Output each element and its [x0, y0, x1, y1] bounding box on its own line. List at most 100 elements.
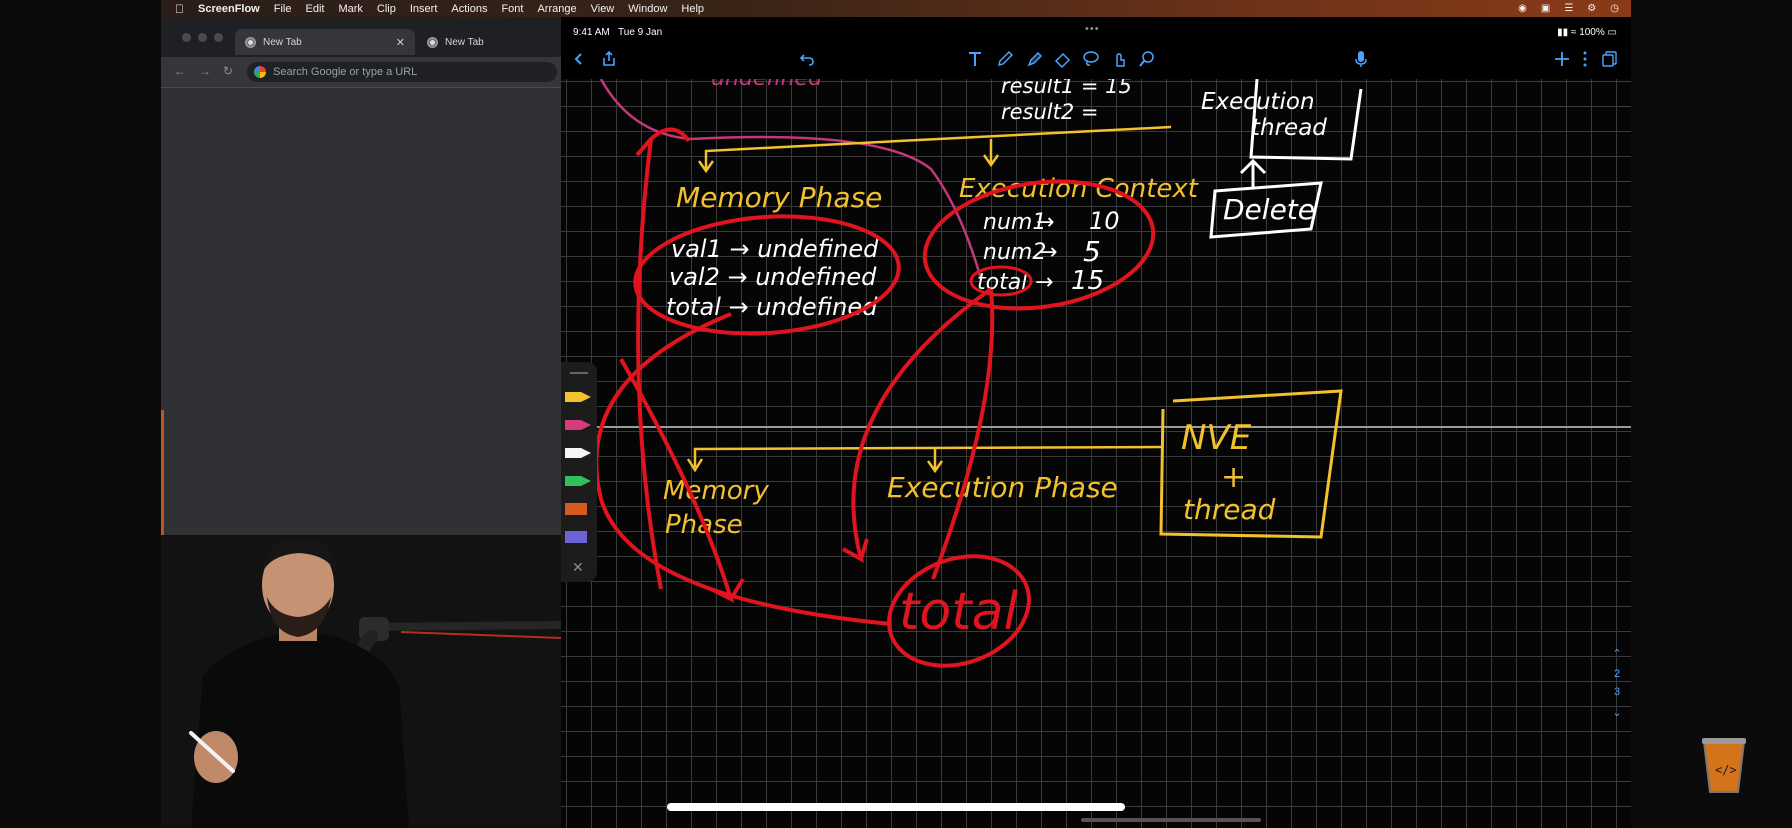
close-palette-icon[interactable]: ✕ [572, 559, 584, 576]
menu-clip[interactable]: Clip [377, 3, 396, 15]
menu-arrange[interactable]: Arrange [537, 3, 576, 15]
pink-pen-icon[interactable] [565, 418, 591, 432]
note-canvas[interactable]: undefined result1 = 15 result2 = Executi… [561, 79, 1631, 828]
address-bar[interactable]: Search Google or type a URL [247, 62, 557, 82]
forward-arrow-icon[interactable]: → [199, 64, 211, 78]
page-down-icon[interactable]: ⌄ [1603, 706, 1631, 719]
clock-status-icon[interactable]: ◷ [1610, 3, 1619, 14]
laser-pointer-icon[interactable] [1135, 47, 1159, 71]
menu-help[interactable]: Help [681, 3, 704, 15]
page-number-3[interactable]: 3 [1603, 686, 1631, 698]
ipad-screen: 9:41 AM Tue 9 Jan ••• ▮▮ ≈ 100% ▭ result… [561, 17, 1631, 828]
tab-new-tab-1[interactable]: New Tab ✕ [235, 29, 415, 55]
text-tool-icon[interactable] [963, 47, 987, 71]
menu-app-name[interactable]: ScreenFlow [198, 3, 260, 15]
tab-label: New Tab [263, 36, 302, 48]
yellow-arrow-to-exec-context [982, 139, 1000, 168]
control-center-icon[interactable]: ⚙ [1587, 3, 1596, 14]
red-curve-to-execution-phase [842, 287, 993, 564]
purple-highlighter-icon[interactable] [565, 530, 591, 544]
menu-font[interactable]: Font [501, 3, 523, 15]
touch-tool-icon[interactable] [1107, 47, 1131, 71]
wifi-icon: ≈ [1570, 27, 1577, 38]
channel-logo-cup: </> [1702, 738, 1746, 793]
eraser-tool-icon[interactable] [1051, 47, 1075, 71]
add-icon[interactable] [1550, 47, 1574, 71]
tab-new-tab-2[interactable]: New Tab [427, 29, 484, 55]
ec-row-num1-arrow: → [1036, 210, 1054, 235]
page-up-icon[interactable]: ⌃ [1603, 647, 1631, 660]
result1-text: result1 = 15 [1001, 79, 1132, 98]
menu-bar:  ScreenFlow File Edit Mark Clip Insert … [161, 0, 1631, 17]
reload-icon[interactable]: ↻ [223, 64, 233, 78]
green-pen-icon[interactable] [565, 474, 591, 488]
red-curve-memory-to-total [594, 312, 892, 626]
palette-grabber[interactable] [570, 372, 588, 374]
camera-status-icon[interactable]: ▣ [1541, 3, 1550, 14]
back-arrow-icon[interactable]: ← [174, 64, 186, 78]
partial-undefined-text: undefined [711, 79, 823, 91]
menu-insert[interactable]: Insert [410, 3, 438, 15]
lasso-tool-icon[interactable] [1079, 47, 1103, 71]
ec-row-num2-value: 5 [1083, 235, 1101, 268]
page-number-2[interactable]: 2 [1603, 668, 1631, 680]
presenter-shirt [191, 635, 409, 828]
red-curve-total-down [931, 288, 995, 580]
thread-text: thread [1183, 493, 1276, 526]
white-pen-icon[interactable] [565, 446, 591, 460]
mic-boom-arm [370, 621, 561, 631]
chrome-favicon-icon [427, 36, 438, 48]
ec-row-num2-arrow: → [1039, 240, 1057, 265]
memory-phase-title: Memory Phase [676, 181, 882, 214]
pages-icon[interactable] [1598, 47, 1622, 71]
home-indicator[interactable] [667, 803, 1125, 811]
yellow-arrow-to-bottom-execution [926, 449, 944, 474]
signal-icon: ▮▮ [1557, 27, 1569, 38]
menu-window[interactable]: Window [628, 3, 667, 15]
menu-view[interactable]: View [591, 3, 615, 15]
battery-status: ▮▮ ≈ 100% ▭ [1557, 27, 1617, 38]
ipad-status-bar: 9:41 AM Tue 9 Jan ••• ▮▮ ≈ 100% ▭ [561, 17, 1631, 39]
more-icon[interactable] [1573, 47, 1597, 71]
undo-icon[interactable] [795, 47, 819, 71]
window-minimize-dot[interactable] [198, 33, 207, 42]
pen-palette: ✕ [561, 362, 597, 582]
window-zoom-dot[interactable] [214, 33, 223, 42]
orange-highlighter-icon[interactable] [565, 502, 591, 516]
close-icon[interactable]: ✕ [396, 36, 405, 49]
battery-icon: ▭ [1607, 27, 1617, 38]
execution-context-title: Execution Context [959, 174, 1199, 204]
plus-text: + [1221, 460, 1246, 495]
pen-tool-icon[interactable] [993, 47, 1017, 71]
horizontal-scroll-indicator[interactable] [1081, 818, 1261, 822]
yellow-arrow-to-bottom-memory [686, 445, 1162, 473]
ec-row-num1-value: 10 [1089, 207, 1120, 235]
menu-file[interactable]: File [274, 3, 292, 15]
bottom-execution-phase-text: Execution Phase [887, 471, 1118, 504]
share-icon[interactable] [597, 47, 621, 71]
menu-actions[interactable]: Actions [451, 3, 487, 15]
bottom-memory-text-1: Memory [663, 476, 769, 506]
menu-edit[interactable]: Edit [305, 3, 324, 15]
window-close-dot[interactable] [182, 33, 191, 42]
menu-mark[interactable]: Mark [338, 3, 362, 15]
tab-strip: New Tab ✕ New Tab [161, 17, 561, 57]
wifi-icon[interactable]: ☰ [1564, 3, 1573, 14]
multitasking-dots-icon[interactable]: ••• [1085, 23, 1100, 35]
svg-text:</>: </> [1715, 763, 1737, 777]
address-bar-placeholder: Search Google or type a URL [273, 66, 418, 78]
memory-row-val1: val1 → undefined [671, 235, 879, 263]
presenter-webcam [161, 535, 561, 828]
delete-text: Delete [1223, 193, 1315, 226]
apple-icon[interactable]:  [175, 2, 184, 16]
yellow-pen-icon[interactable] [565, 390, 591, 404]
screenflow-status-icon[interactable]: ◉ [1518, 3, 1527, 14]
status-time-text: 9:41 AM [573, 27, 610, 38]
back-chevron-icon[interactable] [567, 47, 591, 71]
chrome-favicon-icon [245, 36, 256, 48]
highlighter-tool-icon[interactable] [1023, 47, 1047, 71]
status-date: Tue 9 Jan [618, 27, 663, 38]
handwritten-diagram: undefined result1 = 15 result2 = Executi… [594, 79, 1363, 668]
execution-thread-text-1: Execution [1201, 89, 1315, 115]
microphone-icon[interactable] [1349, 47, 1373, 71]
